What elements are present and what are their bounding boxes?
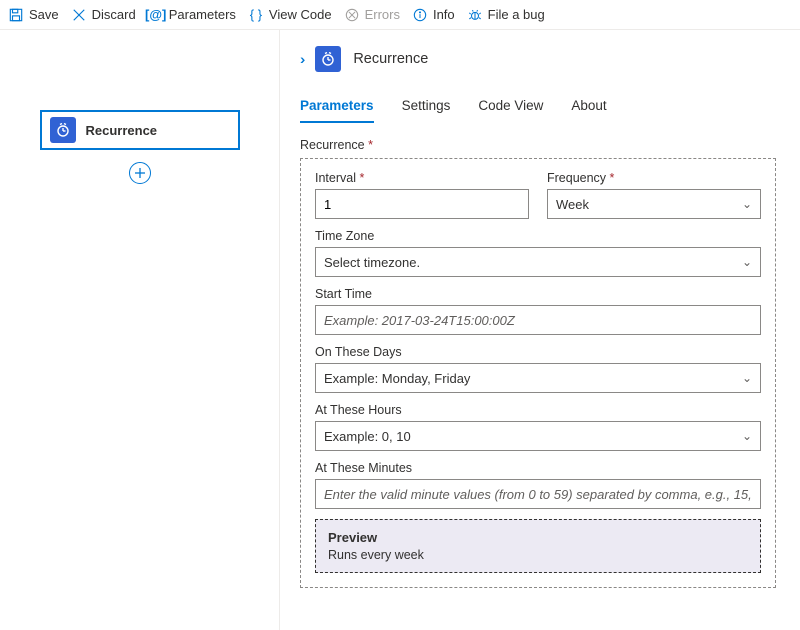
- info-button[interactable]: Info: [412, 7, 455, 23]
- interval-input[interactable]: [315, 189, 529, 219]
- chevron-down-icon: ⌄: [742, 429, 752, 443]
- save-button[interactable]: Save: [8, 7, 59, 23]
- close-icon: [71, 7, 87, 23]
- preview-box: Preview Runs every week: [315, 519, 761, 573]
- discard-label: Discard: [92, 7, 136, 22]
- designer-canvas: Recurrence: [0, 30, 280, 630]
- timezone-value: Select timezone.: [324, 255, 420, 270]
- toolbar: Save Discard [@] Parameters { } View Cod…: [0, 0, 800, 30]
- start-time-input[interactable]: [315, 305, 761, 335]
- details-panel: ›› Recurrence Parameters Settings Code V…: [280, 30, 800, 630]
- interval-label: Interval: [315, 171, 529, 185]
- tab-about[interactable]: About: [571, 92, 606, 123]
- errors-label: Errors: [365, 7, 400, 22]
- file-bug-label: File a bug: [488, 7, 545, 22]
- timezone-label: Time Zone: [315, 229, 761, 243]
- view-code-button[interactable]: { } View Code: [248, 7, 332, 23]
- chevron-down-icon: ⌄: [742, 371, 752, 385]
- preview-text: Runs every week: [328, 548, 748, 562]
- panel-header: ›› Recurrence: [300, 46, 776, 72]
- on-days-select[interactable]: Example: Monday, Friday ⌄: [315, 363, 761, 393]
- save-label: Save: [29, 7, 59, 22]
- on-days-value: Example: Monday, Friday: [324, 371, 470, 386]
- file-bug-button[interactable]: File a bug: [467, 7, 545, 23]
- at-minutes-label: At These Minutes: [315, 461, 761, 475]
- panel-title: Recurrence: [353, 51, 428, 67]
- recurrence-node[interactable]: Recurrence: [40, 110, 240, 150]
- frequency-select[interactable]: Week ⌄: [547, 189, 761, 219]
- at-hours-select[interactable]: Example: 0, 10 ⌄: [315, 421, 761, 451]
- at-hours-value: Example: 0, 10: [324, 429, 411, 444]
- add-step-button[interactable]: [129, 162, 151, 184]
- on-days-label: On These Days: [315, 345, 761, 359]
- node-title: Recurrence: [86, 123, 158, 138]
- timezone-select[interactable]: Select timezone. ⌄: [315, 247, 761, 277]
- info-label: Info: [433, 7, 455, 22]
- main-area: Recurrence ›› Recurrence Parameters Sett…: [0, 30, 800, 630]
- info-icon: [412, 7, 428, 23]
- parameters-label: Parameters: [169, 7, 236, 22]
- discard-button[interactable]: Discard: [71, 7, 136, 23]
- tab-parameters[interactable]: Parameters: [300, 92, 374, 123]
- frequency-label: Frequency: [547, 171, 761, 185]
- view-code-label: View Code: [269, 7, 332, 22]
- chevron-down-icon: ⌄: [742, 255, 752, 269]
- chevron-down-icon: ⌄: [742, 197, 752, 211]
- frequency-value: Week: [556, 197, 589, 212]
- panel-tabs: Parameters Settings Code View About: [300, 92, 776, 124]
- parameters-icon: [@]: [148, 7, 164, 23]
- errors-button: Errors: [344, 7, 400, 23]
- bug-icon: [467, 7, 483, 23]
- tab-code-view[interactable]: Code View: [478, 92, 543, 123]
- tab-settings[interactable]: Settings: [402, 92, 451, 123]
- parameters-button[interactable]: [@] Parameters: [148, 7, 236, 23]
- error-icon: [344, 7, 360, 23]
- clock-icon: [315, 46, 341, 72]
- preview-title: Preview: [328, 530, 748, 545]
- clock-icon: [50, 117, 76, 143]
- recurrence-form: Interval Frequency Week ⌄ Time Zone Sele…: [300, 158, 776, 588]
- collapse-panel-icon[interactable]: ››: [300, 51, 301, 67]
- at-minutes-input[interactable]: [315, 479, 761, 509]
- code-icon: { }: [248, 7, 264, 23]
- start-time-label: Start Time: [315, 287, 761, 301]
- at-hours-label: At These Hours: [315, 403, 761, 417]
- save-icon: [8, 7, 24, 23]
- section-label-recurrence: Recurrence: [300, 138, 776, 152]
